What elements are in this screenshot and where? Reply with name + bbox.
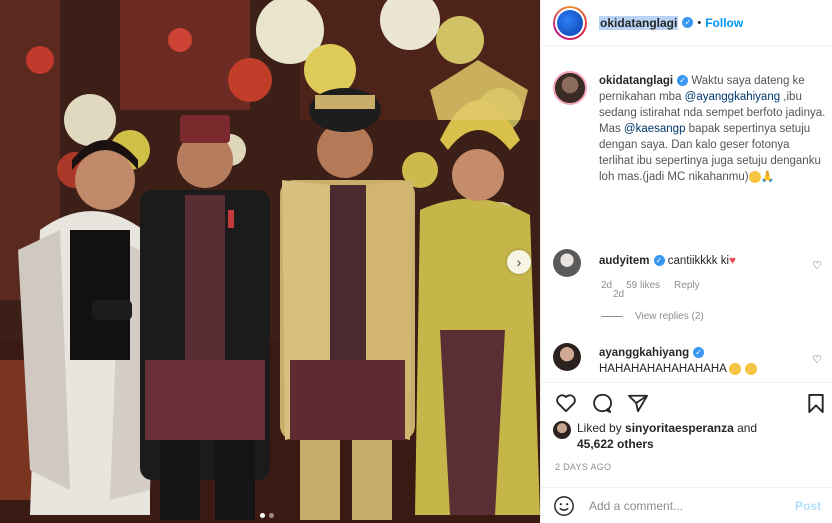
smiley-icon[interactable]: [553, 495, 575, 517]
post-date[interactable]: 2 DAYS AGO: [555, 462, 611, 472]
mention-kaesangp[interactable]: @kaesangp: [624, 123, 686, 135]
comment-meta: 2d 59 likes Reply: [601, 280, 700, 291]
folded-hands-emoji-icon: 🙏: [760, 171, 775, 183]
post-side-panel: okidatanglagi ✓ • Follow okidatanglagi ✓ …: [540, 0, 832, 523]
reply-button[interactable]: Reply: [674, 280, 700, 291]
follow-button[interactable]: Follow: [705, 16, 743, 30]
wedding-photo-illustration: [0, 0, 540, 523]
likes-and: and: [733, 421, 758, 435]
replies-line: [601, 316, 623, 317]
grin-emoji-icon: [748, 171, 761, 183]
mention-ayanggkahiyang[interactable]: @ayanggkahiyang: [685, 91, 780, 103]
comment-likes[interactable]: 59 likes: [626, 280, 660, 291]
laughing-emoji-icon: [744, 362, 757, 375]
comment-icon[interactable]: [591, 393, 613, 413]
liked-by-username[interactable]: sinyoritaesperanza: [625, 421, 734, 435]
author-username[interactable]: okidatanglagi: [599, 15, 679, 30]
comment-body: HAHAHAHAHAHAHAHA: [599, 363, 727, 375]
laughing-emoji-icon: [729, 362, 742, 375]
comment-like-heart-icon[interactable]: ♡: [812, 259, 822, 272]
caption-author-avatar[interactable]: [553, 71, 587, 105]
heart-icon[interactable]: [555, 393, 577, 413]
separator-dot: •: [697, 16, 702, 29]
comment-like-heart-icon[interactable]: ♡: [812, 353, 822, 366]
author-avatar[interactable]: [553, 5, 587, 40]
add-comment-input[interactable]: [589, 498, 795, 513]
bookmark-icon[interactable]: [807, 393, 825, 414]
verified-badge-icon: ✓: [682, 17, 694, 28]
likes-summary: Liked by sinyoritaesperanza and 45,622 o…: [553, 420, 823, 452]
caption-username[interactable]: okidatanglagi: [599, 75, 673, 87]
caption-text: okidatanglagi ✓ Waktu saya dateng ke pern…: [599, 73, 827, 185]
action-bar: [541, 382, 832, 422]
carousel-dot-1: [260, 513, 265, 518]
comment-text: ayanggkahiyang ✓ HAHAHAHAHAHAHAHA: [599, 345, 799, 377]
paper-plane-icon[interactable]: [627, 393, 649, 413]
verified-badge-icon: ✓: [677, 75, 689, 87]
verified-badge-icon: ✓: [693, 347, 705, 359]
verified-badge-icon: ✓: [653, 255, 665, 267]
comment-text: audyitem ✓ cantiikkkk ki♥: [599, 255, 799, 267]
comment-item: ayanggkahiyang ✓ HAHAHAHAHAHAHAHA ♡: [553, 343, 828, 382]
view-replies-label: View replies (2): [635, 311, 704, 322]
add-comment-bar: Post: [541, 487, 832, 523]
commenter-username[interactable]: ayanggkahiyang: [599, 347, 689, 359]
liker-avatar[interactable]: [553, 421, 571, 439]
post-comment-button[interactable]: Post: [795, 499, 821, 513]
red-heart-emoji-icon: ♥: [729, 255, 736, 267]
commenter-avatar[interactable]: [553, 343, 581, 371]
carousel-dots: [260, 513, 274, 518]
likes-prefix: Liked by: [577, 421, 626, 435]
commenter-avatar[interactable]: [553, 249, 581, 277]
comment-body: cantiikkkk ki: [667, 255, 730, 267]
comment-item: audyitem ✓ cantiikkkk ki♥ ♡ 2d 59 likes R…: [553, 249, 828, 329]
post-header: okidatanglagi ✓ • Follow: [541, 0, 832, 46]
likes-count[interactable]: 45,622 others: [577, 437, 654, 451]
post-photo: ›: [0, 0, 540, 523]
comments-scroll-area[interactable]: okidatanglagi ✓ Waktu saya dateng ke pern…: [541, 47, 832, 382]
commenter-username[interactable]: audyitem: [599, 255, 650, 267]
comment-time: 2d: [601, 280, 613, 291]
carousel-dot-2: [269, 513, 274, 518]
view-replies-button[interactable]: View replies (2): [601, 311, 704, 322]
carousel-next-button[interactable]: ›: [507, 250, 531, 274]
